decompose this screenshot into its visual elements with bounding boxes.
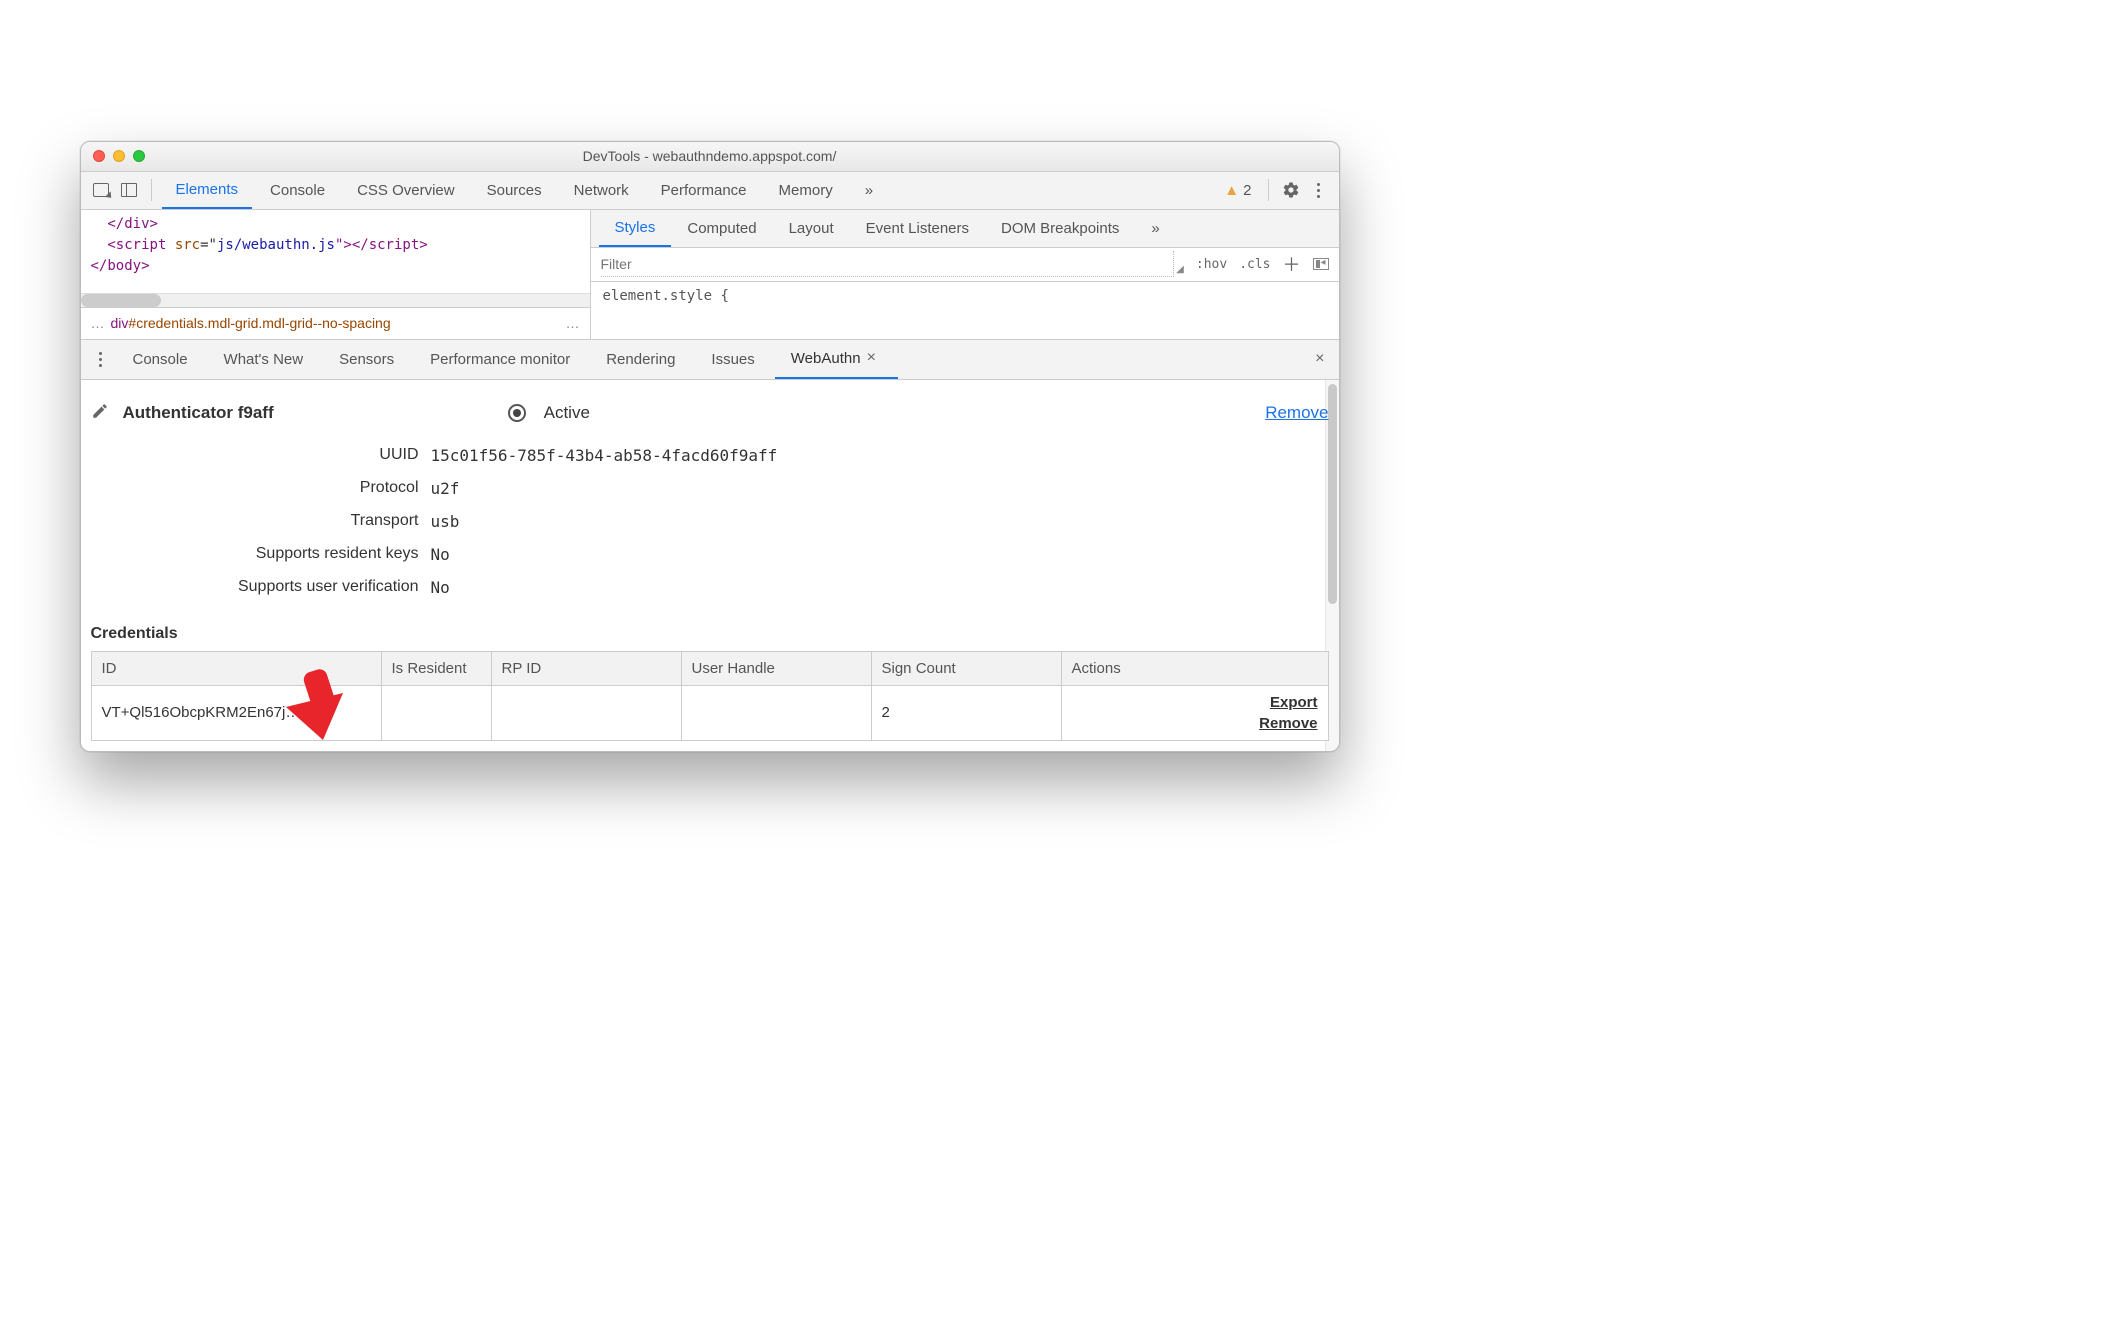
cell-actions: Export Remove (1061, 685, 1328, 740)
hov-toggle[interactable]: :hov (1196, 257, 1227, 272)
drawer-tab-webauthn[interactable]: WebAuthn × (775, 340, 898, 379)
elements-split: </div> <script src="js/webauthn.js"></sc… (81, 210, 1339, 340)
subtab-dom-breakpoints[interactable]: DOM Breakpoints (985, 210, 1135, 247)
breadcrumb-classes: .mdl-grid.mdl-grid--no-spacing (204, 315, 391, 331)
main-toolbar: Elements Console CSS Overview Sources Ne… (81, 172, 1339, 210)
devtools-window: DevTools - webauthndemo.appspot.com/ Ele… (80, 141, 1340, 752)
tab-console[interactable]: Console (256, 172, 339, 209)
subtabs-overflow-icon[interactable]: » (1135, 210, 1175, 247)
subtab-styles[interactable]: Styles (599, 210, 672, 247)
divider (1268, 179, 1269, 201)
tab-memory[interactable]: Memory (765, 172, 847, 209)
drawer-tab-issues[interactable]: Issues (695, 340, 770, 379)
prop-uv-value: No (431, 578, 1329, 597)
authenticator-properties: UUID 15c01f56-785f-43b4-ab58-4facd60f9af… (91, 446, 1329, 597)
more-options-icon[interactable] (1307, 178, 1331, 202)
close-drawer-icon[interactable]: × (1309, 350, 1330, 368)
drawer-tab-sensors[interactable]: Sensors (323, 340, 410, 379)
cell-rp-id (491, 685, 681, 740)
warning-icon: ▲ (1224, 182, 1239, 199)
webauthn-panel: Authenticator f9aff Active Remove UUID 1… (81, 380, 1339, 751)
window-title: DevTools - webauthndemo.appspot.com/ (81, 148, 1339, 164)
prop-uuid-value: 15c01f56-785f-43b4-ab58-4facd60f9aff (431, 446, 1329, 465)
drawer-tab-rendering[interactable]: Rendering (590, 340, 691, 379)
warning-count: 2 (1243, 182, 1251, 199)
device-toggle-icon[interactable] (117, 178, 141, 202)
col-id: ID (91, 651, 381, 685)
breadcrumb-prev[interactable]: … (91, 315, 105, 331)
inspect-element-icon[interactable] (89, 178, 113, 202)
prop-resident-value: No (431, 545, 1329, 564)
table-row: VT+Ql516ObcpKRM2En67j… 2 Export Remove (91, 685, 1328, 740)
subtab-layout[interactable]: Layout (773, 210, 850, 247)
active-radio[interactable] (508, 404, 526, 422)
prop-transport-label: Transport (91, 512, 431, 530)
col-sign-count: Sign Count (871, 651, 1061, 685)
prop-protocol-value: u2f (431, 479, 1329, 498)
styles-pane: Styles Computed Layout Event Listeners D… (591, 210, 1339, 339)
drawer-tabs: Console What's New Sensors Performance m… (81, 340, 1339, 380)
prop-transport-value: usb (431, 512, 1329, 531)
col-rp-id: RP ID (491, 651, 681, 685)
tabs-overflow-icon[interactable]: » (851, 172, 887, 209)
styles-filter-input[interactable] (601, 251, 1175, 277)
new-style-rule-icon[interactable]: ＋ (1283, 251, 1301, 277)
divider (151, 179, 152, 201)
breadcrumb-next[interactable]: … (566, 315, 580, 331)
authenticator-header: Authenticator f9aff Active Remove (91, 402, 1329, 424)
edit-icon[interactable] (91, 402, 109, 424)
col-user-handle: User Handle (681, 651, 871, 685)
window-titlebar: DevTools - webauthndemo.appspot.com/ (81, 142, 1339, 172)
drawer-tab-console[interactable]: Console (117, 340, 204, 379)
tab-sources[interactable]: Sources (473, 172, 556, 209)
drawer-tab-whatsnew[interactable]: What's New (208, 340, 320, 379)
styles-subtabs: Styles Computed Layout Event Listeners D… (591, 210, 1339, 248)
tab-performance[interactable]: Performance (647, 172, 761, 209)
col-is-resident: Is Resident (381, 651, 491, 685)
breadcrumb-tag: div (111, 315, 129, 331)
credentials-table: ID Is Resident RP ID User Handle Sign Co… (91, 651, 1329, 741)
drawer-tab-webauthn-label: WebAuthn (791, 350, 861, 367)
authenticator-title: Authenticator f9aff (123, 403, 274, 423)
prop-uv-label: Supports user verification (91, 578, 431, 596)
prop-protocol-label: Protocol (91, 479, 431, 497)
remove-authenticator-link[interactable]: Remove (1265, 403, 1328, 423)
cell-id: VT+Ql516ObcpKRM2En67j… (91, 685, 381, 740)
cell-is-resident (381, 685, 491, 740)
horizontal-scrollbar[interactable] (81, 293, 590, 307)
col-actions: Actions (1061, 651, 1328, 685)
close-tab-icon[interactable]: × (861, 349, 882, 367)
settings-icon[interactable] (1279, 178, 1303, 202)
remove-credential-link[interactable]: Remove (1259, 715, 1317, 732)
subtab-event-listeners[interactable]: Event Listeners (850, 210, 985, 247)
drawer-more-icon[interactable] (89, 347, 113, 371)
prop-uuid-label: UUID (91, 446, 431, 464)
breadcrumb[interactable]: … div#credentials.mdl-grid.mdl-grid--no-… (81, 307, 590, 339)
credentials-heading: Credentials (91, 625, 1329, 643)
cls-toggle[interactable]: .cls (1239, 257, 1270, 272)
dom-tree-pane: </div> <script src="js/webauthn.js"></sc… (81, 210, 591, 339)
export-credential-link[interactable]: Export (1270, 694, 1318, 711)
subtab-computed[interactable]: Computed (671, 210, 772, 247)
tab-css-overview[interactable]: CSS Overview (343, 172, 469, 209)
styles-filter-row: ◢ :hov .cls ＋ (591, 248, 1339, 282)
breadcrumb-id: #credentials (128, 315, 204, 331)
toggle-sidebar-icon[interactable] (1313, 258, 1329, 270)
dom-source[interactable]: </div> <script src="js/webauthn.js"></sc… (81, 210, 590, 293)
active-label: Active (544, 403, 590, 423)
cell-user-handle (681, 685, 871, 740)
tab-network[interactable]: Network (560, 172, 643, 209)
element-style-block[interactable]: element.style { (591, 282, 1339, 339)
warnings-badge[interactable]: ▲ 2 (1218, 182, 1257, 199)
prop-resident-label: Supports resident keys (91, 545, 431, 563)
tab-elements[interactable]: Elements (162, 172, 253, 209)
table-header-row: ID Is Resident RP ID User Handle Sign Co… (91, 651, 1328, 685)
cell-sign-count: 2 (871, 685, 1061, 740)
drawer-tab-perfmon[interactable]: Performance monitor (414, 340, 586, 379)
resize-handle-icon[interactable]: ◢ (1176, 264, 1184, 275)
